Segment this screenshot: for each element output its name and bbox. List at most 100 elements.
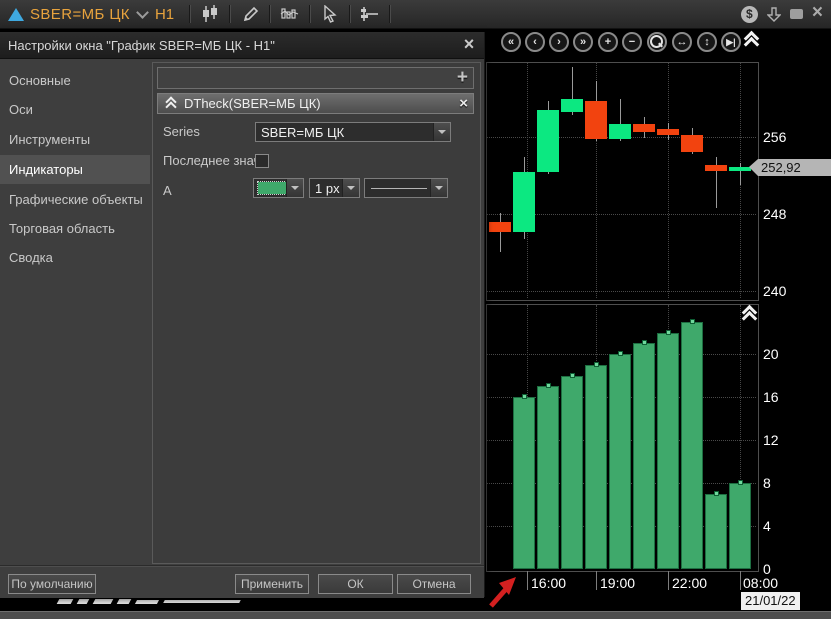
dialog-title: Настройки окна "График SBER=МБ ЦК - H1" [0,32,484,59]
price-axis-label: 240 [763,283,786,299]
sidebar-item-summary[interactable]: Сводка [0,243,150,272]
trading-app-window: SBER=МБ ЦК H1 [0,0,831,619]
timeframe-selector[interactable]: H1 [155,6,174,23]
indicator-axis-label: 8 [763,475,771,491]
bar-top-marker [594,362,599,367]
series-select[interactable]: SBER=МБ ЦК [255,122,451,142]
volume-bar [681,322,703,569]
close-window-icon[interactable]: × [812,6,823,20]
fit-vertical-button[interactable]: ↕ [697,32,717,52]
time-axis-tick [527,571,528,590]
zoom-reset-button[interactable] [647,32,667,52]
bar-top-marker [642,340,647,345]
line-a-label: A [163,183,172,198]
chevron-down-icon[interactable] [136,6,149,19]
time-axis-tick [740,571,741,590]
indicator-axis-label: 20 [763,346,779,362]
restore-window-icon[interactable] [790,9,803,19]
ok-button[interactable]: ОК [318,574,393,594]
volume-bar [729,483,751,569]
volume-bar [585,365,607,569]
volume-bar [657,333,679,569]
toolbar-separator [309,5,311,23]
candle [585,101,607,139]
scroll-left-button[interactable]: ‹ [525,32,545,52]
candle [729,167,751,171]
currency-coin-icon[interactable]: $ [741,6,758,23]
dialog-close-icon[interactable]: × [460,35,478,53]
sidebar-item-graphic-objects[interactable]: Графические объекты [0,185,150,214]
candle [513,172,535,233]
volume-bar [705,494,727,569]
candlestick-style-button[interactable] [196,3,224,25]
draw-tool-button[interactable] [236,3,264,25]
line-style-select[interactable] [364,178,448,198]
volume-bar [513,397,535,569]
last-price-tag: 252,92 [758,159,831,176]
dropdown-arrow-icon[interactable] [342,179,359,197]
volume-profile-button[interactable] [276,3,304,25]
candlestick-chart-icon [201,5,219,23]
time-axis-label: 08:00 [743,575,778,591]
add-indicator-bar[interactable]: + [157,67,474,89]
window-controls: $ × [741,6,831,23]
collapse-toolbar-chevron-icon[interactable] [744,33,758,46]
default-button[interactable]: По умолчанию [8,574,96,594]
candle [609,124,631,138]
last-value-checkbox[interactable] [255,154,269,168]
line-width-select[interactable]: 1 px [309,178,360,198]
dropdown-arrow-icon[interactable] [430,179,447,197]
scroll-right-button[interactable]: › [549,32,569,52]
levels-tool-button[interactable] [356,3,384,25]
dropdown-arrow-icon[interactable] [286,179,303,197]
indicator-card-title: DTheck(SBER=МБ ЦК) [184,94,321,113]
time-axis-tick [668,571,669,590]
toolbar-separator [229,5,231,23]
toolbar-separator [349,5,351,23]
zoom-out-button[interactable]: − [622,32,642,52]
indicator-card-header[interactable]: DTheck(SBER=МБ ЦК) × [157,93,474,114]
collapse-pane-chevron-icon[interactable] [742,307,756,320]
color-swatch [258,182,286,194]
sidebar-item-indicators[interactable]: Индикаторы [0,155,150,184]
cursor-tool-button[interactable] [316,3,344,25]
line-style-preview [371,188,427,189]
bar-top-marker [570,373,575,378]
zoom-in-button[interactable]: + [598,32,618,52]
dropdown-arrow-icon[interactable] [433,123,450,141]
line-color-select[interactable] [253,178,304,198]
add-indicator-plus-icon[interactable]: + [457,67,468,89]
time-axis-tick [596,571,597,590]
bar-top-marker [714,491,719,496]
indicator-axis-label: 12 [763,432,779,448]
sidebar-item-trading-area[interactable]: Торговая область [0,214,150,243]
magnifier-icon [650,35,663,48]
indicator-close-icon[interactable]: × [459,94,468,113]
candle [633,124,655,132]
go-to-end-button[interactable]: ▶| [721,32,741,52]
cancel-button[interactable]: Отмена [397,574,471,594]
sidebar-item-instruments[interactable]: Инструменты [0,125,150,154]
compress-horizontal-button[interactable]: ↔ [672,32,692,52]
bar-top-marker [666,330,671,335]
pencil-icon [242,6,259,23]
bar-top-marker [690,319,695,324]
price-axis-label: 248 [763,206,786,222]
indicator-axis-label: 4 [763,518,771,534]
candle [705,165,727,171]
sidebar-item-axes[interactable]: Оси [0,95,150,124]
apply-button[interactable]: Применить [235,574,309,594]
dialog-footer: По умолчанию Применить ОК Отмена [0,565,484,598]
toolbar-separator [389,5,391,23]
download-icon[interactable] [767,7,781,22]
toolbar-separator [189,5,191,23]
collapse-card-chevrons-icon[interactable] [165,98,177,110]
cursor-icon [322,5,338,23]
settings-dialog: Настройки окна "График SBER=МБ ЦК - H1" … [0,32,485,597]
scroll-fast-left-button[interactable]: « [501,32,521,52]
bar-top-marker [618,351,623,356]
scroll-fast-right-button[interactable]: » [573,32,593,52]
sidebar-item-general[interactable]: Основные [0,66,150,95]
last-value-label: Последнее знач. [163,153,264,168]
instrument-selector[interactable]: SBER=МБ ЦК [30,6,130,23]
